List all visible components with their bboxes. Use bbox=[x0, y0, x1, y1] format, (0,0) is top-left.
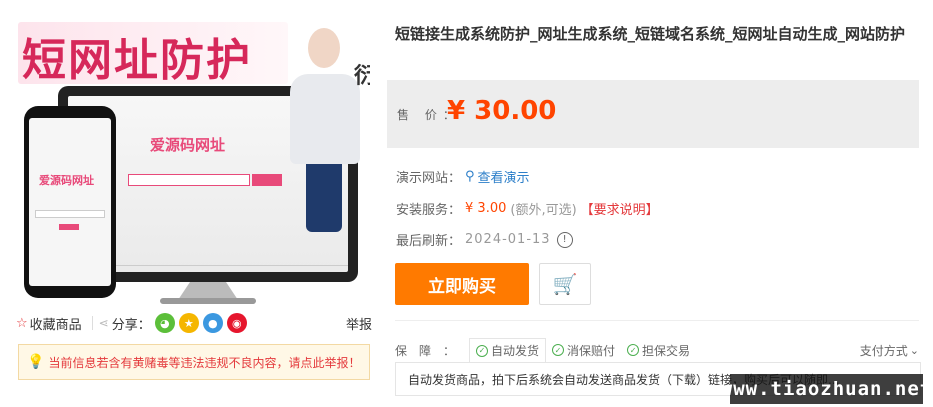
monitor-brand: 爱源码网址 bbox=[150, 136, 226, 154]
share-icon: ⋖ bbox=[98, 316, 109, 330]
qq-icon[interactable]: ● bbox=[202, 313, 223, 333]
guarantee-tag-label: 担保交易 bbox=[642, 343, 691, 358]
product-action-bar: ☆ 收藏商品 ⋖ 分享： ◕ ★ ● ◉ 举报 bbox=[16, 312, 372, 334]
star-icon: ☆ bbox=[16, 315, 28, 331]
phone-illustration: 爱源码网址 bbox=[24, 106, 116, 298]
guarantee-tag-escrow[interactable]: ✓ 担保交易 bbox=[621, 338, 696, 362]
chevron-down-icon: ⌄ bbox=[909, 343, 919, 357]
phone-screen: 爱源码网址 bbox=[29, 118, 111, 286]
guarantee-row: 保障： ✓ 自动发货 ✓ 消保赔付 ✓ 担保交易 支付方式 ⌄ bbox=[395, 338, 919, 362]
favorite-button[interactable]: ☆ 收藏商品 bbox=[16, 314, 82, 333]
check-circle-icon: ✓ bbox=[552, 344, 565, 356]
refresh-row: 最后刷新： 2024-01-13 ! bbox=[396, 230, 573, 249]
banner-side-character: 衍 bbox=[354, 64, 370, 89]
report-link[interactable]: 举报 bbox=[346, 314, 372, 333]
price-value: ¥ 30.00 bbox=[447, 96, 557, 126]
site-watermark: www.tiaozhuan.net bbox=[721, 374, 931, 404]
product-title: 短链接生成系统防护_网址生成系统_短链域名系统_短网址自动生成_网站防护 bbox=[395, 25, 906, 43]
share-divider bbox=[91, 316, 93, 330]
refresh-key: 最后刷新： bbox=[396, 234, 462, 249]
add-to-cart-button[interactable]: 🛒 bbox=[539, 263, 591, 305]
clock-icon[interactable]: ! bbox=[556, 231, 573, 248]
buy-now-button[interactable]: 立即购买 bbox=[395, 263, 529, 305]
cart-icon: 🛒 bbox=[552, 272, 578, 296]
service-requirement-link[interactable]: 【要求说明】 bbox=[581, 199, 659, 218]
demo-link-label: 查看演示 bbox=[477, 171, 530, 186]
service-row: 安装服务： ¥ 3.00 (额外,可选) 【要求说明】 bbox=[396, 199, 659, 218]
check-circle-icon: ✓ bbox=[476, 344, 489, 357]
monitor-button-mock bbox=[252, 174, 282, 186]
monitor-input-mock bbox=[128, 174, 250, 186]
presenter-jacket bbox=[290, 74, 360, 164]
banner-title: 短网址防护 bbox=[22, 35, 252, 86]
payment-method-label: 支付方式 bbox=[859, 343, 908, 358]
wechat-icon[interactable]: ◕ bbox=[154, 313, 175, 333]
presenter-head bbox=[308, 28, 340, 68]
demo-row: 演示网站： ⚲ 查看演示 bbox=[396, 167, 530, 186]
section-divider bbox=[395, 320, 919, 321]
guarantee-tag-auto-delivery[interactable]: ✓ 自动发货 bbox=[469, 338, 547, 362]
phone-button-mock bbox=[59, 224, 79, 230]
demo-link[interactable]: ⚲ 查看演示 bbox=[465, 167, 530, 186]
guarantee-tag-label: 消保赔付 bbox=[567, 343, 616, 358]
price-box: 售 价： ¥ 30.00 bbox=[387, 80, 919, 148]
weibo-icon[interactable]: ◉ bbox=[226, 313, 247, 333]
service-price: ¥ 3.00 bbox=[465, 201, 507, 216]
refresh-date: 2024-01-13 bbox=[465, 232, 551, 247]
qzone-icon[interactable]: ★ bbox=[178, 313, 199, 333]
report-notice[interactable]: 💡 当前信息若含有黄赌毒等违法违规不良内容，请点此举报！ bbox=[18, 344, 370, 380]
presenter-illustration bbox=[284, 22, 364, 262]
service-note: (额外,可选) bbox=[510, 203, 577, 218]
search-icon: ⚲ bbox=[465, 169, 475, 184]
guarantee-tag-compensation[interactable]: ✓ 消保赔付 bbox=[546, 338, 621, 362]
service-key: 安装服务： bbox=[396, 203, 462, 218]
guarantee-tag-label: 自动发货 bbox=[491, 344, 540, 358]
share-label: 分享： bbox=[111, 317, 151, 333]
demo-key: 演示网站： bbox=[396, 171, 462, 186]
lightbulb-icon: 💡 bbox=[27, 354, 45, 370]
payment-method-dropdown[interactable]: 支付方式 ⌄ bbox=[860, 342, 919, 359]
product-image[interactable]: 短网址防护 爱源码网址 爱源码网址 衍 bbox=[18, 14, 370, 306]
share-group: 分享： ◕ ★ ● ◉ bbox=[112, 313, 247, 333]
favorite-label: 收藏商品 bbox=[29, 317, 82, 333]
phone-brand: 爱源码网址 bbox=[39, 174, 94, 187]
guarantee-key: 保障： bbox=[395, 343, 468, 358]
monitor-stand-base bbox=[160, 298, 256, 304]
phone-input-mock bbox=[35, 210, 105, 218]
notice-text: 当前信息若含有黄赌毒等违法违规不良内容，请点此举报！ bbox=[48, 355, 361, 370]
check-circle-icon: ✓ bbox=[627, 344, 640, 356]
